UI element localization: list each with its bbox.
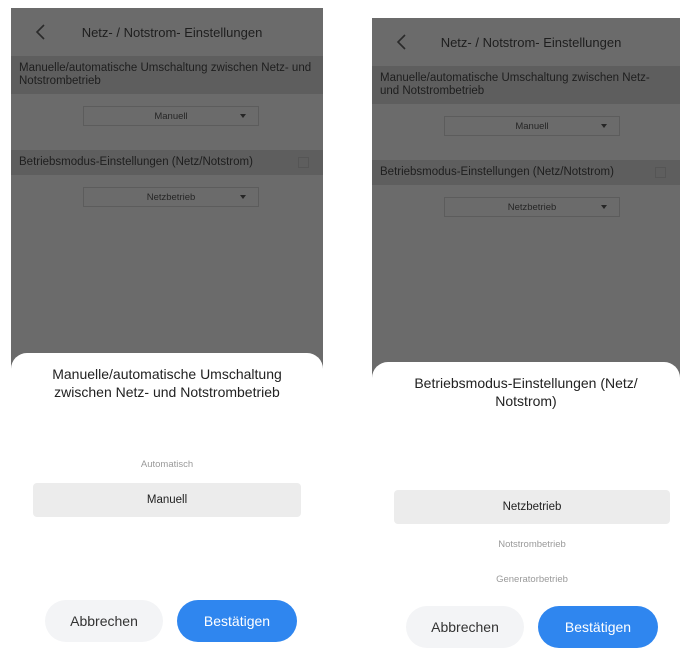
mode-setting-label: Betriebsmodus-Einstellungen (Netz/Notstr… (19, 156, 253, 168)
switch-select-area: Manuell (11, 94, 323, 150)
page-title: Netz- / Notstrom- Einstellungen (81, 24, 263, 40)
operating-mode-dropdown[interactable]: Netzbetrieb (444, 197, 620, 217)
switch-select-area: Manuell (372, 104, 680, 160)
screen-left: Netz- / Notstrom- Einstellungen Manuelle… (11, 8, 323, 648)
confirm-button[interactable]: Bestätigen (177, 600, 297, 642)
switch-setting-label: Manuelle/automatische Umschaltung zwisch… (372, 66, 680, 104)
cancel-button[interactable]: Abbrechen (406, 606, 524, 648)
back-arrow-icon[interactable] (31, 22, 51, 42)
screen-right: Netz- / Notstrom- Einstellungen Manuelle… (372, 18, 680, 648)
mode-setting-row: Betriebsmodus-Einstellungen (Netz/Notstr… (372, 160, 680, 185)
confirm-button[interactable]: Bestätigen (538, 606, 658, 648)
switch-mode-dropdown[interactable]: Manuell (83, 106, 259, 126)
switch-mode-value: Manuell (515, 120, 549, 132)
top-bar: Netz- / Notstrom- Einstellungen (11, 8, 323, 56)
option-manuell-selected[interactable]: Manuell (33, 483, 301, 517)
page-title: Netz- / Notstrom- Einstellungen (440, 34, 622, 50)
bottom-sheet: Manuelle/automatische Umschaltung zwisch… (11, 353, 323, 648)
mode-setting-label: Betriebsmodus-Einstellungen (Netz/Notstr… (380, 166, 614, 178)
mode-select-area: Netzbetrieb (11, 175, 323, 231)
option-notstrombetrieb[interactable]: Notstrombetrieb (394, 539, 670, 553)
mode-setting-row: Betriebsmodus-Einstellungen (Netz/Notstr… (11, 150, 323, 175)
dropdown-caret-icon (240, 195, 246, 199)
mode-checkbox[interactable] (655, 167, 666, 178)
sheet-title: Manuelle/automatische Umschaltung zwisch… (52, 366, 282, 400)
mode-checkbox[interactable] (298, 157, 309, 168)
operating-mode-dropdown[interactable]: Netzbetrieb (83, 187, 259, 207)
dropdown-caret-icon (240, 114, 246, 118)
dropdown-caret-icon (601, 205, 607, 209)
mode-select-area: Netzbetrieb (372, 185, 680, 241)
option-automatisch[interactable]: Automatisch (33, 459, 301, 473)
switch-setting-label: Manuelle/automatische Umschaltung zwisch… (11, 56, 323, 94)
back-arrow-icon[interactable] (392, 32, 412, 52)
option-netzbetrieb-selected[interactable]: Netzbetrieb (394, 490, 670, 524)
bottom-sheet: Betriebsmodus-Einstellungen (Netz/ Notst… (372, 362, 680, 648)
dropdown-caret-icon (601, 124, 607, 128)
top-bar: Netz- / Notstrom- Einstellungen (372, 18, 680, 66)
operating-mode-value: Netzbetrieb (146, 191, 196, 203)
cancel-button[interactable]: Abbrechen (45, 600, 163, 642)
option-generatorbetrieb[interactable]: Generatorbetrieb (394, 574, 670, 588)
operating-mode-value: Netzbetrieb (507, 201, 557, 213)
switch-mode-dropdown[interactable]: Manuell (444, 116, 620, 136)
switch-mode-value: Manuell (154, 110, 188, 122)
sheet-title: Betriebsmodus-Einstellungen (Netz/ Notst… (414, 375, 638, 409)
